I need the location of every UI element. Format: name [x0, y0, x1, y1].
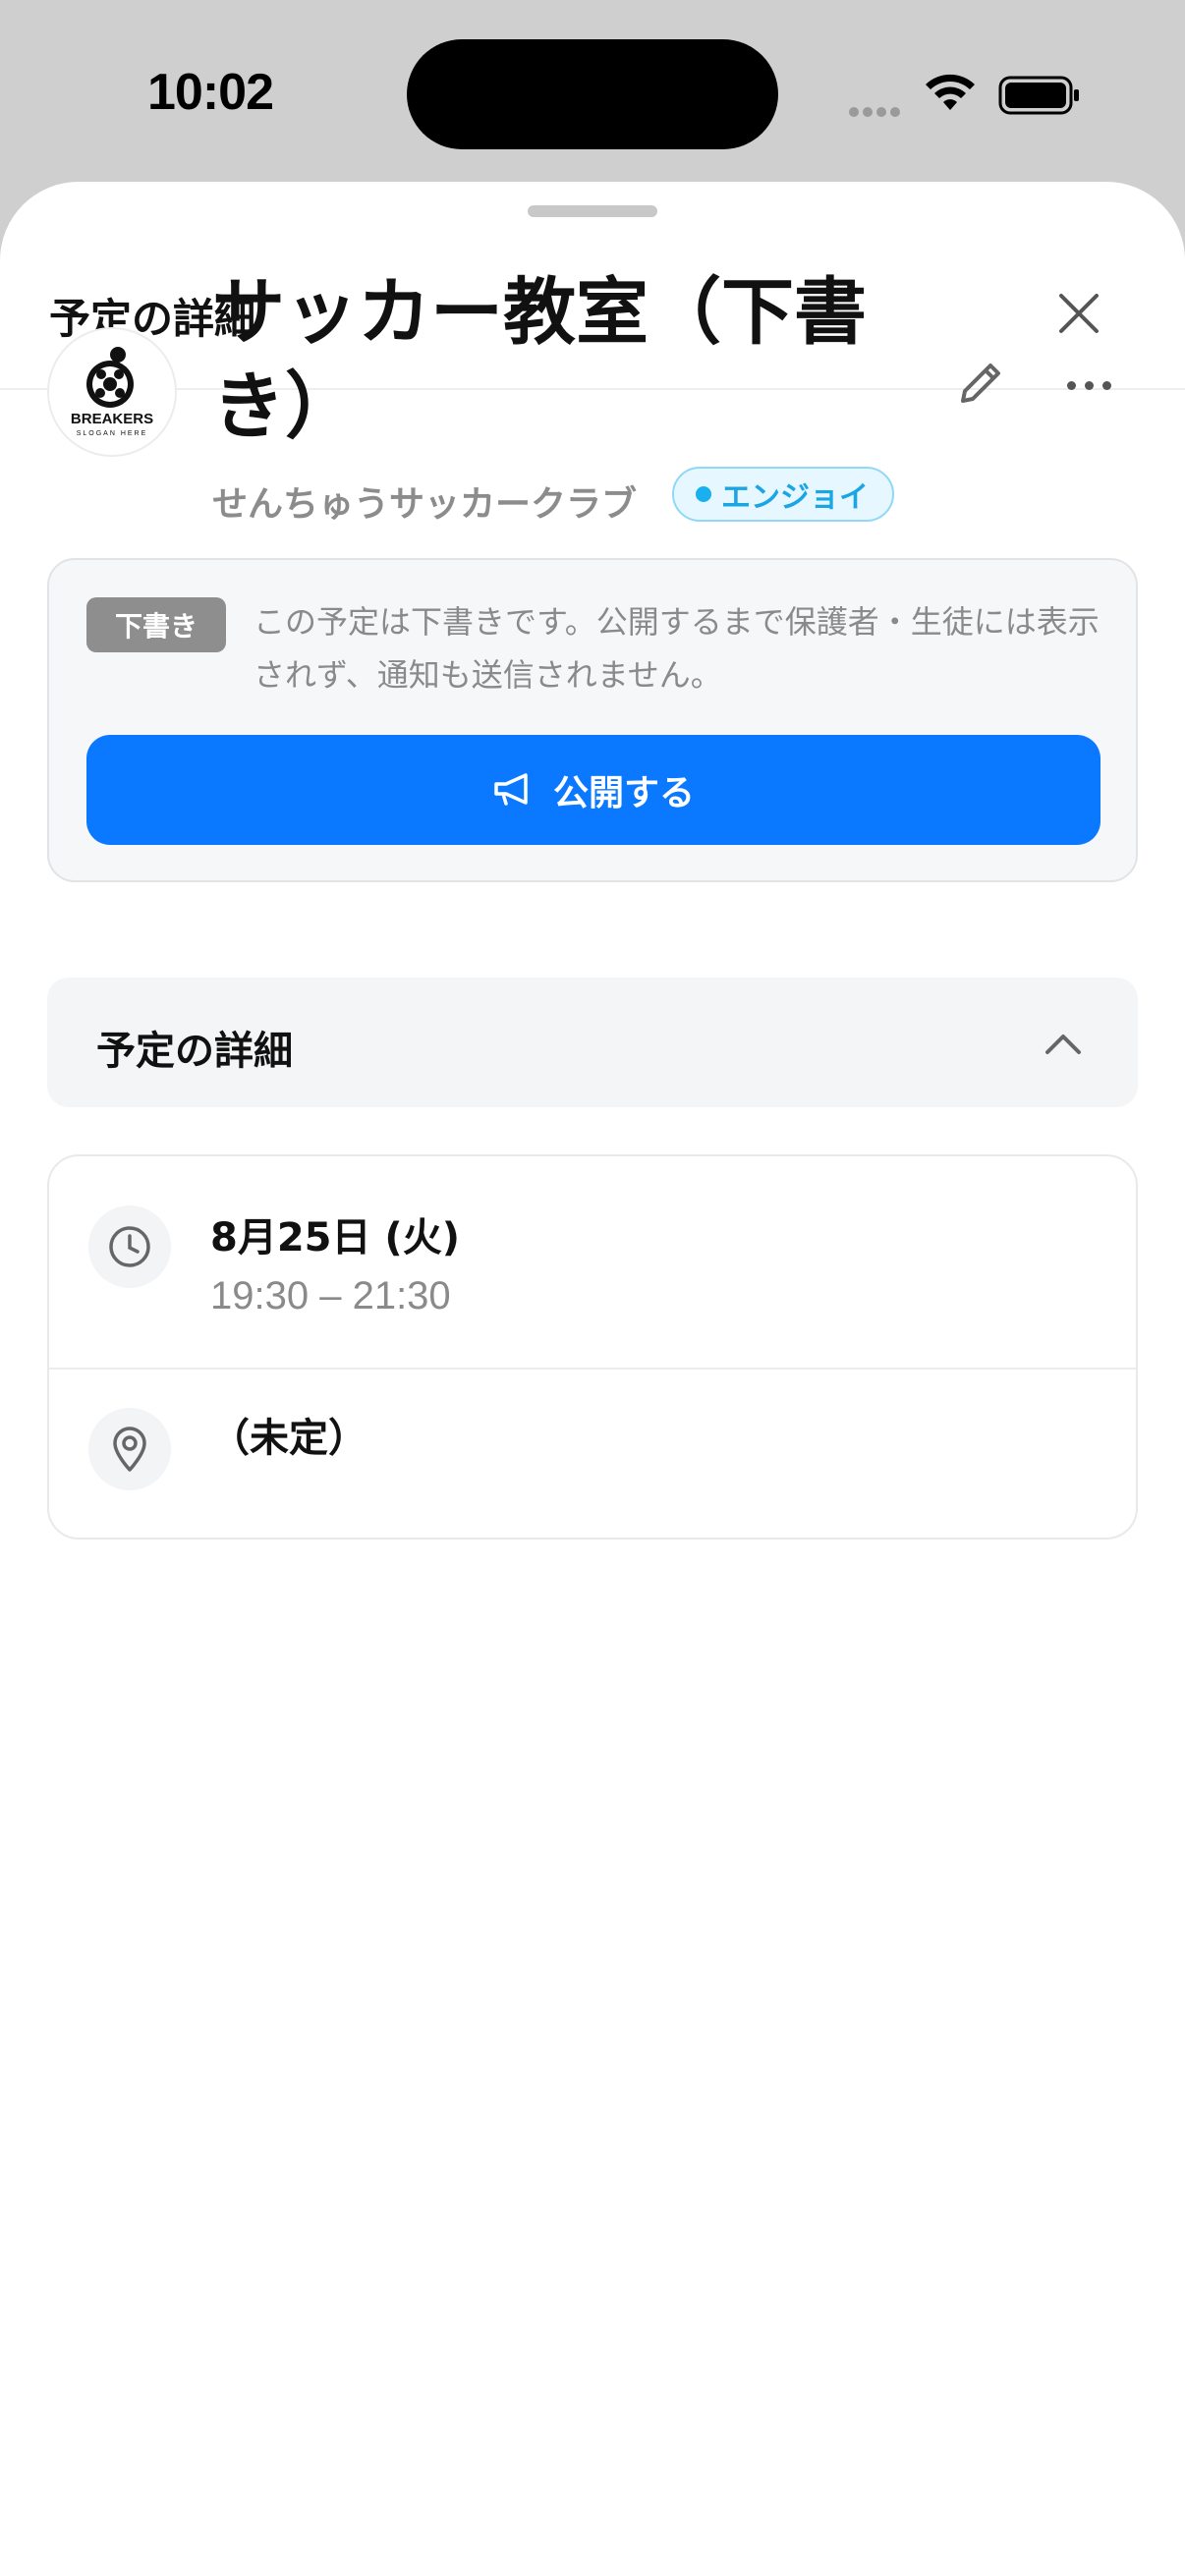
- badge-dot-icon: [696, 486, 711, 502]
- map-pin-icon-badge: [88, 1408, 171, 1490]
- map-pin-icon: [113, 1427, 146, 1472]
- club-logo-image: BREAKERS SLOGAN HERE: [71, 347, 153, 437]
- logo-subtext: SLOGAN HERE: [77, 430, 148, 437]
- publish-button[interactable]: 公開する: [86, 735, 1100, 845]
- more-icon: [1066, 380, 1076, 390]
- chevron-up-icon: [1045, 1035, 1081, 1054]
- club-name: せんちゅうサッカークラブ: [212, 484, 638, 525]
- level-badge-label: エンジョイ: [721, 480, 869, 515]
- event-time-range: 19:30 – 21:30: [210, 1274, 451, 1317]
- club-logo: BREAKERS SLOGAN HERE: [47, 327, 177, 457]
- draft-message: この予定は下書きです。公開するまで保護者・生徒には表示されず、通知も送信されませ…: [254, 603, 1100, 694]
- event-detail-sheet: 予定の詳細 BREAKERS SLOGAN HERE サッカー教室（下書き） せ…: [0, 182, 1185, 2576]
- more-options-button[interactable]: [1057, 362, 1120, 409]
- edit-button[interactable]: [951, 354, 1014, 417]
- draft-notice-card: 下書き この予定は下書きです。公開するまで保護者・生徒には表示されず、通知も送信…: [47, 558, 1138, 882]
- details-section-title: 予定の詳細: [96, 1029, 293, 1074]
- logo-text: BREAKERS: [71, 411, 153, 427]
- row-divider: [49, 1368, 1136, 1370]
- pencil-icon: [961, 364, 1000, 403]
- event-info-card: 8月25日 (火) 19:30 – 21:30 （未定）: [47, 1154, 1138, 1540]
- details-accordion-header[interactable]: 予定の詳細: [47, 978, 1138, 1107]
- megaphone-icon: [494, 773, 528, 806]
- draft-tag: 下書き: [86, 597, 226, 652]
- event-place: （未定）: [210, 1416, 367, 1461]
- level-badge: エンジョイ: [672, 467, 894, 522]
- clock-icon: [109, 1226, 150, 1267]
- event-date: 8月25日 (火): [210, 1215, 460, 1260]
- event-title: サッカー教室（下書き）: [212, 270, 867, 449]
- publish-button-label: 公開する: [552, 773, 695, 813]
- clock-icon-badge: [88, 1205, 171, 1288]
